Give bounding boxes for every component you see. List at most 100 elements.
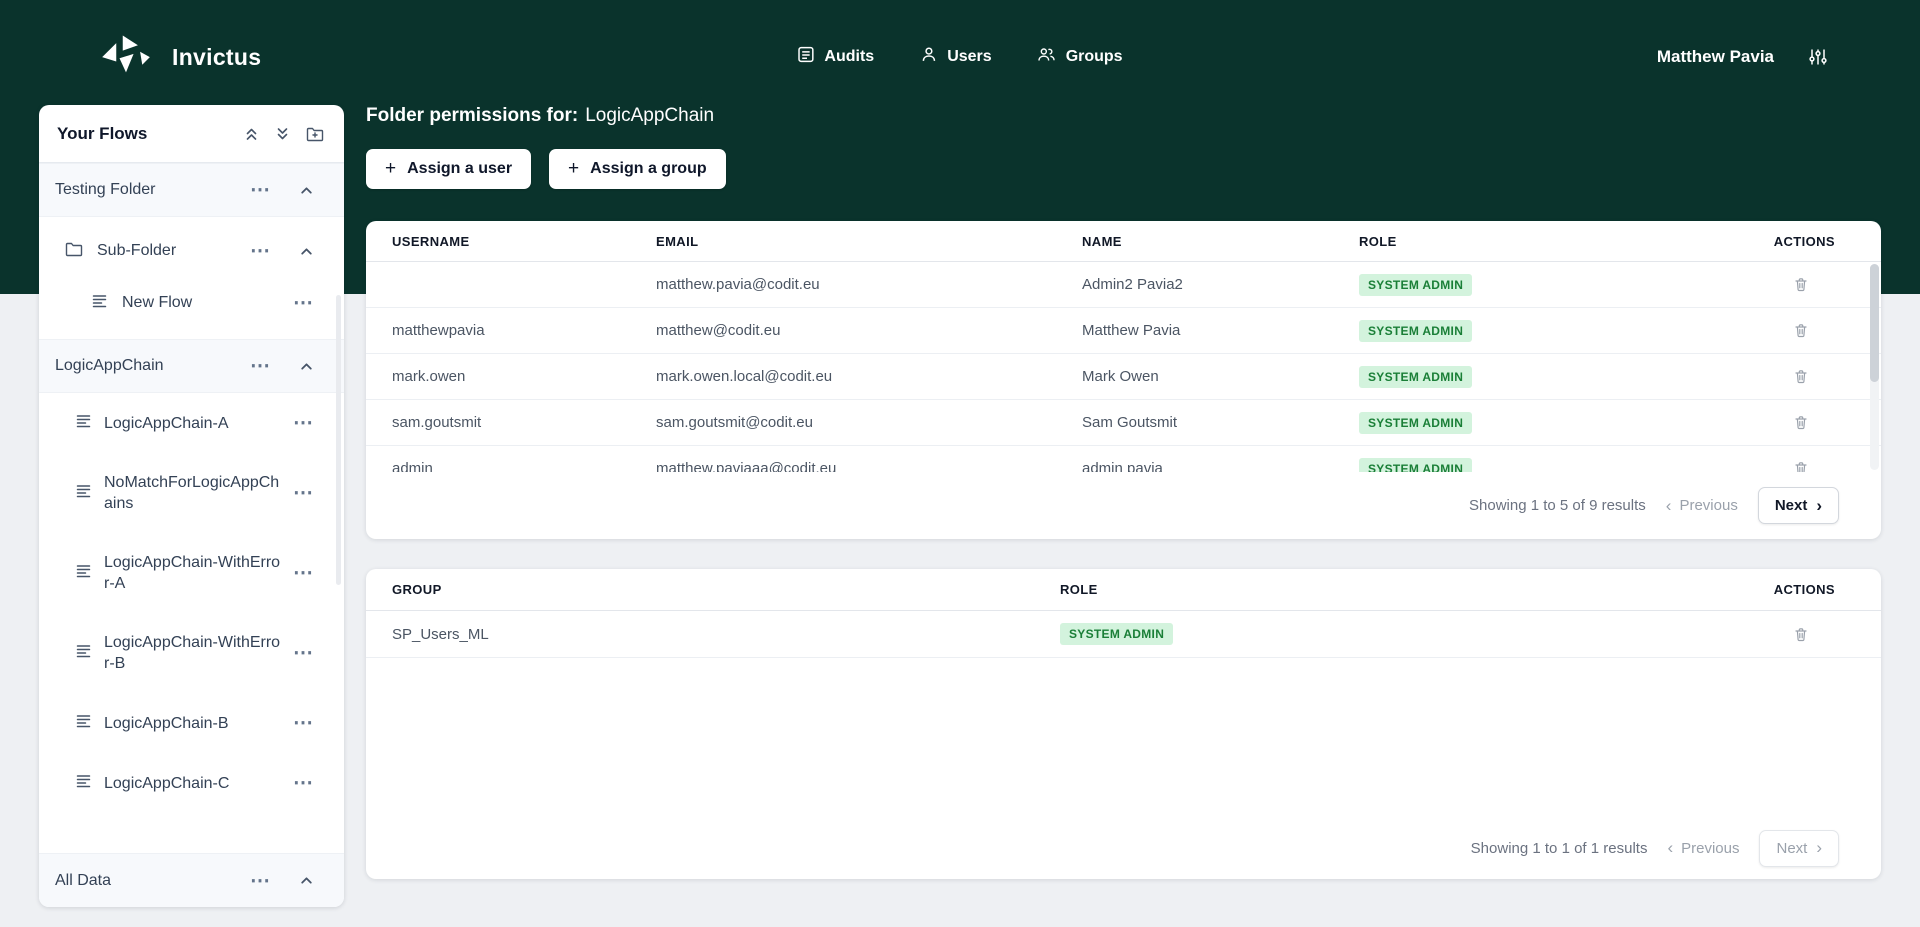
cell-actions (1735, 366, 1855, 387)
previous-button[interactable]: ‹ Previous (1667, 840, 1739, 857)
folder-label: Testing Folder (55, 181, 250, 199)
role-badge: SYSTEM ADMIN (1359, 458, 1472, 473)
scrollbar-thumb[interactable] (1870, 264, 1879, 382)
flow-icon (75, 643, 92, 664)
add-folder-icon[interactable] (306, 126, 324, 142)
assign-user-button[interactable]: + Assign a user (366, 149, 531, 189)
cell-username: sam.goutsmit (392, 414, 656, 431)
sidebar-folder-all-data[interactable]: All Data ⋯ (39, 853, 344, 907)
flow-options-icon[interactable]: ⋯ (293, 568, 314, 578)
previous-button[interactable]: ‹ Previous (1666, 497, 1738, 514)
table-row: mark.owen mark.owen.local@codit.eu Mark … (366, 354, 1881, 400)
sidebar-scrollbar[interactable] (336, 295, 341, 585)
chevron-up-icon[interactable] (299, 244, 314, 259)
users-pagination: Showing 1 to 5 of 9 results ‹ Previous N… (366, 472, 1881, 539)
flow-icon (91, 293, 108, 314)
col-role: ROLE (1060, 582, 1735, 597)
flow-options-icon[interactable]: ⋯ (293, 718, 314, 728)
folder-options-icon[interactable]: ⋯ (250, 185, 271, 195)
chevron-right-icon: › (1816, 500, 1822, 512)
col-username: USERNAME (392, 234, 656, 249)
sidebar-folder-logicappchain[interactable]: LogicAppChain ⋯ (39, 339, 344, 393)
page-title: Folder permissions for: LogicAppChain (366, 104, 1881, 128)
cell-actions (1735, 458, 1855, 472)
sidebar-flow-item[interactable]: LogicAppChain-C ⋯ (39, 753, 344, 813)
folder-options-icon[interactable]: ⋯ (250, 876, 271, 886)
cell-email: sam.goutsmit@codit.eu (656, 414, 1082, 431)
role-badge: SYSTEM ADMIN (1359, 274, 1472, 296)
flow-label: LogicAppChain-B (104, 713, 282, 734)
table-scrollbar[interactable] (1870, 264, 1879, 470)
delete-user-button[interactable] (1791, 274, 1811, 295)
nav-item-audits[interactable]: Audits (797, 46, 874, 68)
sidebar-flow-item[interactable]: LogicAppChain-WithError-B ⋯ (39, 613, 344, 693)
table-row: SP_Users_ML SYSTEM ADMIN (366, 611, 1881, 658)
sidebar-flow-item-new-flow[interactable]: New Flow ⋯ (39, 277, 344, 329)
subfolder-label: Sub-Folder (97, 242, 250, 260)
sidebar-flow-item[interactable]: LogicAppChain-B ⋯ (39, 693, 344, 753)
chevron-up-icon[interactable] (299, 183, 314, 198)
flow-options-icon[interactable]: ⋯ (293, 778, 314, 788)
flow-options-icon[interactable]: ⋯ (293, 298, 314, 308)
cell-actions (1735, 412, 1855, 433)
chevron-right-icon: › (1816, 842, 1822, 854)
settings-sliders-icon[interactable] (1808, 47, 1828, 67)
user-group-icon (1038, 46, 1056, 68)
audits-icon (797, 46, 814, 68)
chevron-up-icon[interactable] (299, 873, 314, 888)
chevron-up-icon[interactable] (299, 359, 314, 374)
cell-role: SYSTEM ADMIN (1359, 320, 1735, 342)
delete-user-button[interactable] (1791, 320, 1811, 341)
folder-label: All Data (55, 872, 250, 890)
page-title-folder: LogicAppChain (585, 105, 714, 126)
flow-options-icon[interactable]: ⋯ (293, 488, 314, 498)
pagination-summary: Showing 1 to 5 of 9 results (1469, 497, 1646, 514)
nav-item-users[interactable]: Users (920, 46, 991, 68)
role-badge: SYSTEM ADMIN (1060, 623, 1173, 645)
delete-user-button[interactable] (1791, 412, 1811, 433)
sidebar-flow-item[interactable]: NoMatchForLogicAppChains ⋯ (39, 453, 344, 533)
folder-label: LogicAppChain (55, 357, 250, 375)
collapse-all-icon[interactable] (244, 126, 259, 142)
sidebar-header: Your Flows (39, 105, 344, 163)
col-name: NAME (1082, 234, 1359, 249)
flow-options-icon[interactable]: ⋯ (293, 648, 314, 658)
nav-item-groups[interactable]: Groups (1038, 46, 1123, 68)
page-title-prefix: Folder permissions for: (366, 105, 578, 126)
delete-user-button[interactable] (1791, 366, 1811, 387)
folder-options-icon[interactable]: ⋯ (250, 361, 271, 371)
groups-permissions-card: GROUP ROLE ACTIONS SP_Users_ML SYSTEM AD… (366, 569, 1881, 879)
sidebar-flow-item[interactable]: LogicAppChain-WithError-A ⋯ (39, 533, 344, 613)
flow-options-icon[interactable]: ⋯ (293, 418, 314, 428)
next-button[interactable]: Next › (1759, 830, 1839, 867)
assign-group-label: Assign a group (590, 160, 706, 178)
col-group: GROUP (392, 582, 1060, 597)
table-row: matthewpavia matthew@codit.eu Matthew Pa… (366, 308, 1881, 354)
flow-label: LogicAppChain-A (104, 413, 282, 434)
cell-role: SYSTEM ADMIN (1359, 366, 1735, 388)
assign-group-button[interactable]: + Assign a group (549, 149, 726, 189)
cell-name: Admin2 Pavia2 (1082, 276, 1359, 293)
folder-options-icon[interactable]: ⋯ (250, 246, 271, 256)
main-content: Folder permissions for: LogicAppChain + A… (366, 104, 1881, 879)
flows-sidebar: Your Flows Testing Folder ⋯ (39, 105, 344, 907)
cell-username: mark.owen (392, 368, 656, 385)
expand-all-icon[interactable] (275, 126, 290, 142)
user-menu[interactable]: Matthew Pavia (1657, 47, 1774, 67)
cell-email: matthew.paviaaa@codit.eu (656, 460, 1082, 472)
next-button[interactable]: Next › (1758, 487, 1839, 524)
cell-username: admin (392, 460, 656, 472)
table-row: sam.goutsmit sam.goutsmit@codit.eu Sam G… (366, 400, 1881, 446)
col-email: EMAIL (656, 234, 1082, 249)
delete-user-button[interactable] (1791, 458, 1811, 472)
delete-group-button[interactable] (1791, 624, 1811, 645)
sidebar-flow-item[interactable]: LogicAppChain-A ⋯ (39, 393, 344, 453)
sidebar-title: Your Flows (57, 124, 228, 144)
sidebar-folder-testing-folder[interactable]: Testing Folder ⋯ (39, 163, 344, 217)
invictus-logo-icon (100, 33, 152, 82)
users-table-header: USERNAME EMAIL NAME ROLE ACTIONS (366, 221, 1881, 262)
sidebar-subfolder-item[interactable]: Sub-Folder ⋯ (39, 225, 344, 277)
nav-item-label: Audits (824, 48, 874, 66)
app-root: Invictus Audits (0, 0, 1920, 927)
role-badge: SYSTEM ADMIN (1359, 320, 1472, 342)
